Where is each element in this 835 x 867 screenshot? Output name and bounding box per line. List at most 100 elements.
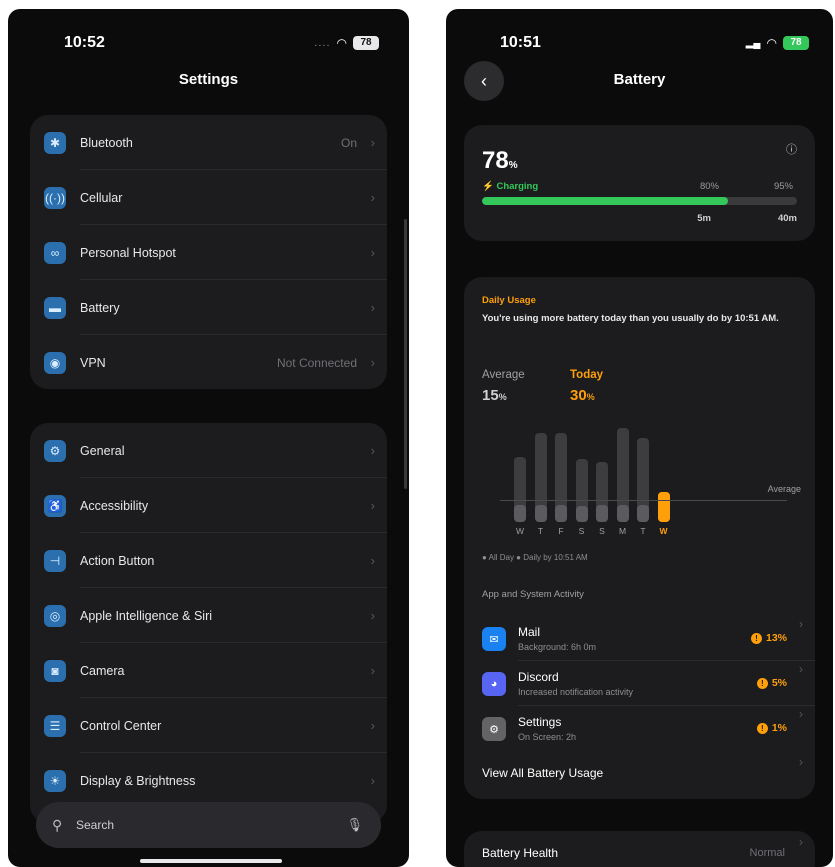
status-time: 10:52 xyxy=(64,34,105,51)
time-to-95: 40m xyxy=(777,213,797,224)
app-usage-percentage: ! 5% xyxy=(756,677,787,689)
settings-icon: ⚙ xyxy=(482,717,506,741)
battery-percentage: 78% xyxy=(482,147,518,174)
status-time: 10:51 xyxy=(500,34,541,51)
home-indicator[interactable] xyxy=(140,859,282,863)
microphone-icon[interactable]: 🎙 xyxy=(346,817,363,833)
vpn-icon: ◉ xyxy=(44,351,66,374)
charge-mark-80: 80% xyxy=(699,181,719,192)
chart-bar-segment xyxy=(514,505,526,522)
settings-row-vpn[interactable]: ◉ VPN Not Connected › xyxy=(30,335,387,389)
chart-bar-segment xyxy=(575,505,588,522)
settings-screen: 10:52 .... ◠ 78 Settings ✱ Bluetooth On ›((… xyxy=(8,9,409,867)
battery-status-icon: 78 xyxy=(353,36,379,50)
warning-icon: ! xyxy=(750,632,762,644)
action-button-icon: ⊣ xyxy=(44,549,66,572)
app-usage-detail: Background: 6h 0m xyxy=(518,642,597,652)
settings-row-label: Control Center xyxy=(80,718,162,733)
search-icon: ⚲ xyxy=(52,816,63,833)
chevron-right-icon: › xyxy=(370,190,375,205)
search-field[interactable]: ⚲ Search 🎙 xyxy=(36,802,381,848)
settings-row-label: Bluetooth xyxy=(80,135,133,150)
charge-card: 78% ⓘ ⚡ Charging 80% 95% 5m 40m xyxy=(464,125,815,241)
chart-day-label: W xyxy=(515,526,525,536)
chart-bar xyxy=(534,433,547,522)
wifi-icon: ◠ xyxy=(336,36,347,50)
settings-row-battery[interactable]: ▬ Battery › xyxy=(30,280,387,335)
chevron-right-icon: › xyxy=(799,617,803,631)
page-title: Battery xyxy=(613,71,666,88)
settings-row-personal-hotspot[interactable]: ∞ Personal Hotspot › xyxy=(30,225,387,280)
settings-row-apple-intelligence-siri[interactable]: ◎ Apple Intelligence & Siri › xyxy=(30,588,387,643)
app-usage-percentage: ! 1% xyxy=(756,722,787,734)
chart-bar-segment xyxy=(534,505,547,522)
chart-day-label: S xyxy=(599,526,605,536)
settings-group-system: ⚙ General › ♿ Accessibility › ⊣ Action Button › ◎… xyxy=(30,423,387,823)
chart-bar xyxy=(575,458,588,522)
brightness-icon: ☀ xyxy=(44,769,66,792)
battery-health-row[interactable]: Battery Health Normal › xyxy=(464,835,815,867)
chart-bar xyxy=(596,462,608,522)
settings-row-accessibility[interactable]: ♿ Accessibility › xyxy=(30,478,387,533)
chevron-right-icon: › xyxy=(370,773,375,788)
settings-row-camera[interactable]: ◙ Camera › xyxy=(30,643,387,698)
app-usage-row[interactable]: ⚙ Settings On Screen: 2h! 1% › xyxy=(464,707,815,751)
chart-bar xyxy=(514,457,526,522)
charge-progress-fill xyxy=(482,197,728,205)
signal-icon: .... xyxy=(314,37,331,49)
app-usage-row[interactable]: ◕ Discord Increased notification activity!… xyxy=(464,662,815,706)
chevron-right-icon: › xyxy=(799,755,803,769)
activity-title: App and System Activity xyxy=(482,589,584,600)
battery-status-icon: 78 xyxy=(783,36,809,50)
settings-row-display-brightness[interactable]: ☀ Display & Brightness › xyxy=(30,753,387,808)
app-usage-percentage-value: 5% xyxy=(771,677,787,689)
chevron-right-icon: › xyxy=(370,355,375,370)
battery-screen: 10:51 ▂▄ ◠ 78 ‹ Battery 78% ⓘ ⚡ Charging… xyxy=(446,9,833,867)
time-to-80: 5m xyxy=(697,213,711,224)
warning-icon: ! xyxy=(756,677,768,689)
app-name: Discord xyxy=(518,670,559,684)
page-title: Settings xyxy=(178,71,239,88)
status-bar: 10:52 .... ◠ 78 xyxy=(64,31,379,55)
view-all-battery-usage[interactable]: View All Battery Usage › xyxy=(464,755,815,791)
chart-bar-segment xyxy=(657,491,670,522)
search-label: Search xyxy=(76,818,115,832)
average-line-label: Average xyxy=(767,484,801,494)
chart-day-label: T xyxy=(537,526,544,536)
settings-group-connectivity: ✱ Bluetooth On › ((·)) Cellular › ∞ Personal Hot… xyxy=(30,115,387,389)
warning-icon: ! xyxy=(756,722,768,734)
app-usage-row[interactable]: ✉ Mail Background: 6h 0m! 13% › xyxy=(464,617,815,661)
info-icon[interactable]: ⓘ xyxy=(786,141,797,157)
wifi-icon: ◠ xyxy=(766,36,777,50)
settings-row-control-center[interactable]: ☰ Control Center › xyxy=(30,698,387,753)
daily-usage-chart: WTFSSMTW xyxy=(464,277,815,557)
settings-row-general[interactable]: ⚙ General › xyxy=(30,423,387,478)
chevron-right-icon: › xyxy=(370,608,375,623)
chevron-right-icon: › xyxy=(370,663,375,678)
chevron-right-icon: › xyxy=(370,718,375,733)
hotspot-icon: ∞ xyxy=(44,241,66,264)
status-bar: 10:51 ▂▄ ◠ 78 xyxy=(500,31,809,55)
settings-row-label: Personal Hotspot xyxy=(80,245,176,260)
app-usage-percentage-value: 1% xyxy=(771,722,787,734)
chart-bar-segment xyxy=(616,505,629,522)
chart-bar-segment xyxy=(555,505,567,522)
chart-bar xyxy=(555,433,567,522)
settings-row-label: Camera xyxy=(80,663,125,678)
control-center-icon: ☰ xyxy=(44,714,66,737)
settings-row-label: General xyxy=(80,443,125,458)
chart-bar-segment xyxy=(596,505,608,522)
scroll-indicator[interactable] xyxy=(404,219,407,489)
bluetooth-icon: ✱ xyxy=(44,131,66,154)
battery-health-card: Battery Health Normal › xyxy=(464,831,815,867)
settings-row-label: Apple Intelligence & Siri xyxy=(80,608,213,623)
settings-row-action-button[interactable]: ⊣ Action Button › xyxy=(30,533,387,588)
chart-day-label: M xyxy=(618,526,627,536)
settings-row-bluetooth[interactable]: ✱ Bluetooth On › xyxy=(30,115,387,170)
settings-row-cellular[interactable]: ((·)) Cellular › xyxy=(30,170,387,225)
chevron-right-icon: › xyxy=(799,707,803,721)
settings-row-label: Action Button xyxy=(80,553,155,568)
chevron-right-icon: › xyxy=(370,498,375,513)
app-usage-percentage-value: 13% xyxy=(765,632,787,644)
accessibility-icon: ♿ xyxy=(44,494,66,517)
